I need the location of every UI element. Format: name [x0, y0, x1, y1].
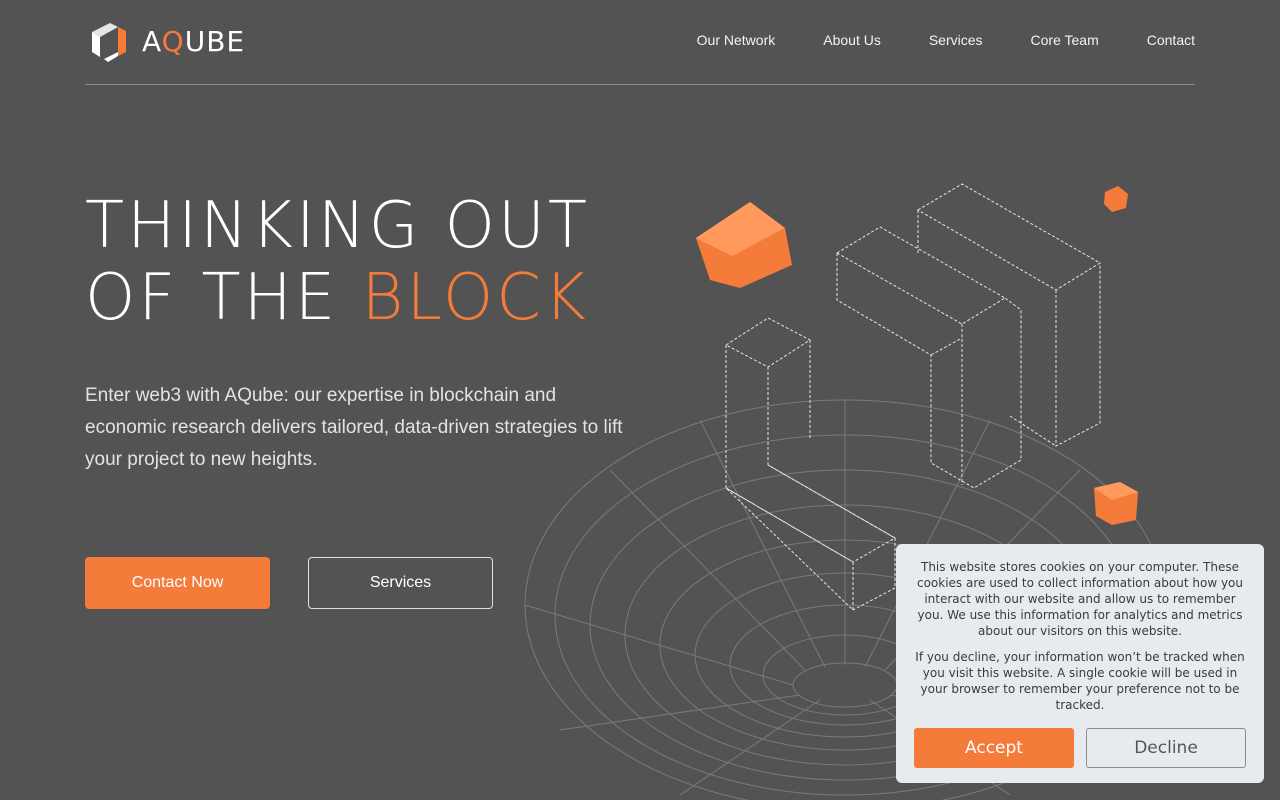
cookie-text-2: If you decline, your information won’t b…: [915, 650, 1245, 712]
services-button[interactable]: Services: [308, 557, 493, 609]
contact-now-button[interactable]: Contact Now: [85, 557, 270, 609]
hero-subtitle: Enter web3 with AQube: our expertise in …: [85, 385, 623, 470]
cookie-banner: This website stores cookies on your comp…: [896, 544, 1264, 783]
site-header: AQUBE Our Network About Us Services Core…: [85, 0, 1195, 85]
hero-title: THINKING OUT OF THE BLOCK: [85, 190, 590, 334]
nav-contact[interactable]: Contact: [1147, 32, 1195, 48]
hero-title-line1: THINKING OUT: [85, 189, 590, 263]
nav-core-team[interactable]: Core Team: [1031, 32, 1099, 48]
cookie-buttons: Accept Decline: [914, 728, 1246, 768]
hero-title-accent: BLOCK: [361, 261, 589, 335]
logo-text: AQUBE: [142, 24, 246, 58]
orange-cubes: [696, 186, 1138, 525]
main-nav: Our Network About Us Services Core Team …: [697, 32, 1195, 48]
decline-button[interactable]: Decline: [1086, 728, 1246, 768]
nav-services[interactable]: Services: [929, 32, 983, 48]
cookie-text-1: This website stores cookies on your comp…: [916, 560, 1243, 638]
logo[interactable]: AQUBE: [88, 18, 245, 64]
hero-title-line2: OF THE BLOCK: [85, 261, 589, 335]
aqube-logo-icon: [92, 23, 126, 62]
nav-about-us[interactable]: About Us: [823, 32, 881, 48]
nav-our-network[interactable]: Our Network: [697, 32, 776, 48]
accept-button[interactable]: Accept: [914, 728, 1074, 768]
